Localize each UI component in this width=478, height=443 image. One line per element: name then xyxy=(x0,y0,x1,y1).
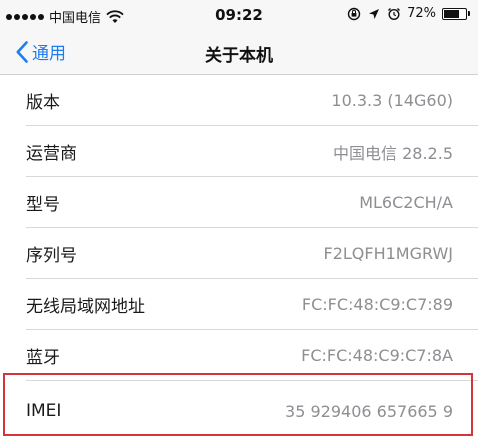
row-value: ML6C2CH/A xyxy=(359,193,453,212)
rotation-lock-icon xyxy=(347,7,361,20)
row-model[interactable]: 型号 ML6C2CH/A xyxy=(0,177,478,228)
battery-percent: 72% xyxy=(407,6,436,21)
row-label: 无线局域网地址 xyxy=(26,297,145,317)
alarm-clock-icon xyxy=(388,7,401,20)
row-label: IMEI xyxy=(26,401,62,421)
battery-icon xyxy=(442,7,470,20)
page-title: 关于本机 xyxy=(205,46,273,66)
row-label: 运营商 xyxy=(26,144,77,164)
row-serial-number[interactable]: 序列号 F2LQFH1MGRWJ xyxy=(0,228,478,279)
row-value: 中国电信 28.2.5 xyxy=(333,143,453,163)
row-wifi-address[interactable]: 无线局域网地址 FC:FC:48:C9:C7:89 xyxy=(0,279,478,330)
location-arrow-icon xyxy=(369,8,380,19)
row-value: 10.3.3 (14G60) xyxy=(331,91,453,110)
about-list: 版本 10.3.3 (14G60) 运营商 中国电信 28.2.5 型号 ML6… xyxy=(0,75,478,441)
back-button[interactable]: 通用 xyxy=(16,39,66,64)
row-label: 版本 xyxy=(26,93,60,113)
row-value: FC:FC:48:C9:C7:89 xyxy=(301,295,453,314)
status-right: 72% xyxy=(347,6,470,21)
row-version[interactable]: 版本 10.3.3 (14G60) xyxy=(0,75,478,126)
row-carrier[interactable]: 运营商 中国电信 28.2.5 xyxy=(0,126,478,177)
back-button-label: 通用 xyxy=(32,44,66,64)
row-bluetooth[interactable]: 蓝牙 FC:FC:48:C9:C7:8A xyxy=(0,330,478,381)
status-bar: 中国电信 09:22 72% xyxy=(0,0,478,30)
row-label: 序列号 xyxy=(26,246,77,266)
row-value: 35 929406 657665 9 xyxy=(285,401,453,421)
row-value: FC:FC:48:C9:C7:8A xyxy=(301,346,453,365)
row-value: F2LQFH1MGRWJ xyxy=(323,244,453,263)
row-label: 蓝牙 xyxy=(26,348,60,368)
navigation-bar: 通用 关于本机 xyxy=(0,30,478,75)
row-label: 型号 xyxy=(26,195,60,215)
row-imei[interactable]: IMEI 35 929406 657665 9 xyxy=(0,381,478,441)
chevron-left-icon xyxy=(16,40,28,63)
